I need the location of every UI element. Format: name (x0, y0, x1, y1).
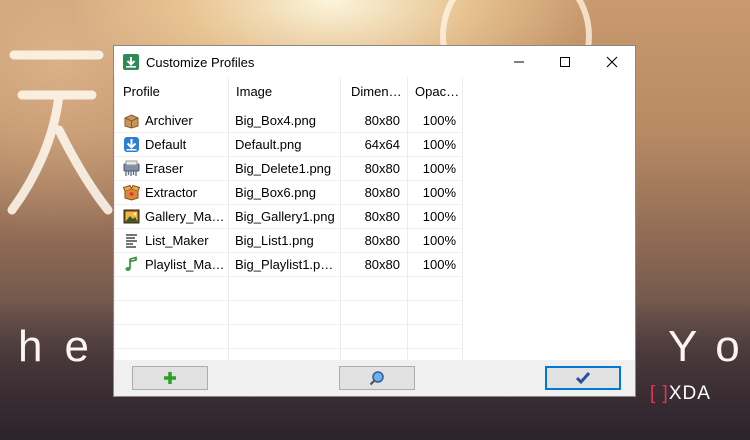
table-row[interactable]: Eraser Big_Delete1.png 80x80 100% (115, 157, 635, 180)
dimensions-value: 80x80 (364, 233, 400, 248)
ok-button[interactable] (545, 366, 621, 390)
row-divider (115, 300, 462, 301)
magnifier-icon (369, 371, 384, 386)
close-button[interactable] (589, 46, 635, 77)
open-box-icon (123, 184, 140, 201)
profile-name: Default (145, 137, 187, 152)
xda-watermark-text: XDA (668, 383, 711, 404)
close-icon (606, 56, 618, 67)
profiles-list-view[interactable]: Profile Image Dimen… Opac… Archiver Big_… (115, 77, 635, 360)
profile-name: List_Maker (145, 233, 209, 248)
opacity-value: 100% (422, 113, 456, 128)
preview-button[interactable] (339, 366, 415, 390)
opacity-value: 100% (422, 161, 456, 176)
column-header-profile[interactable]: Profile (115, 77, 228, 107)
button-bar (115, 360, 635, 396)
app-download-icon (123, 54, 139, 70)
image-file: Big_Gallery1.png (235, 209, 335, 224)
opacity-value: 100% (422, 185, 456, 200)
download-arrow-icon (124, 137, 139, 152)
maximize-button[interactable] (542, 46, 588, 77)
add-profile-button[interactable] (132, 366, 208, 390)
column-header-opacity[interactable]: Opac… (407, 77, 462, 107)
checkmark-icon (575, 372, 591, 385)
table-row[interactable]: Archiver Big_Box4.png 80x80 100% (115, 109, 635, 132)
box-icon (124, 114, 139, 129)
dimensions-value: 80x80 (364, 113, 400, 128)
music-note-icon (125, 256, 137, 271)
wallpaper-text-left: he (18, 322, 111, 371)
list-document-icon (126, 234, 137, 248)
wallpaper-glyph-shape (7, 50, 113, 215)
profile-name: Extractor (145, 185, 198, 200)
title-bar[interactable]: Customize Profiles (114, 46, 635, 77)
image-file: Big_Box6.png (235, 185, 316, 200)
profile-name: Playlist_Ma… (145, 257, 225, 272)
dimensions-value: 80x80 (364, 161, 400, 176)
row-divider (115, 324, 462, 325)
plus-icon (164, 372, 176, 384)
customize-profiles-window: Customize Profiles Profile Image Dimen… … (113, 45, 636, 397)
table-row[interactable]: Gallery_Ma… Big_Gallery1.png 80x80 100% (115, 205, 635, 228)
opacity-value: 100% (422, 137, 456, 152)
table-row[interactable]: List_Maker Big_List1.png 80x80 100% (115, 229, 635, 252)
row-divider (115, 348, 462, 349)
dimensions-value: 64x64 (364, 137, 400, 152)
minimize-icon (514, 61, 524, 62)
wallpaper-text-right: Yo (668, 322, 750, 371)
column-header-dimensions[interactable]: Dimen… (340, 77, 407, 107)
window-title: Customize Profiles (146, 55, 255, 70)
dimensions-value: 80x80 (364, 209, 400, 224)
row-divider (115, 276, 462, 277)
minimize-button[interactable] (496, 46, 542, 77)
profile-name: Gallery_Ma… (145, 209, 225, 224)
image-file: Big_Playlist1.p… (235, 257, 334, 272)
dimensions-value: 80x80 (364, 185, 400, 200)
opacity-value: 100% (422, 233, 456, 248)
shredder-icon (123, 160, 140, 176)
maximize-icon (560, 56, 570, 67)
xda-logo-bracket-icon: [ ] (650, 383, 669, 404)
profile-name: Eraser (145, 161, 184, 176)
image-file: Default.png (235, 137, 302, 152)
dimensions-value: 80x80 (364, 257, 400, 272)
profile-name: Archiver (145, 113, 193, 128)
xda-watermark: [ ]XDA (650, 383, 711, 405)
table-row[interactable]: Extractor Big_Box6.png 80x80 100% (115, 181, 635, 204)
opacity-value: 100% (422, 257, 456, 272)
image-file: Big_Box4.png (235, 113, 316, 128)
image-file: Big_Delete1.png (235, 161, 332, 176)
table-row[interactable]: Default Default.png 64x64 100% (115, 133, 635, 156)
table-row[interactable]: Playlist_Ma… Big_Playlist1.p… 80x80 100% (115, 253, 635, 276)
opacity-value: 100% (422, 209, 456, 224)
column-header-image[interactable]: Image (228, 77, 340, 107)
picture-icon (123, 209, 140, 224)
image-file: Big_List1.png (235, 233, 314, 248)
